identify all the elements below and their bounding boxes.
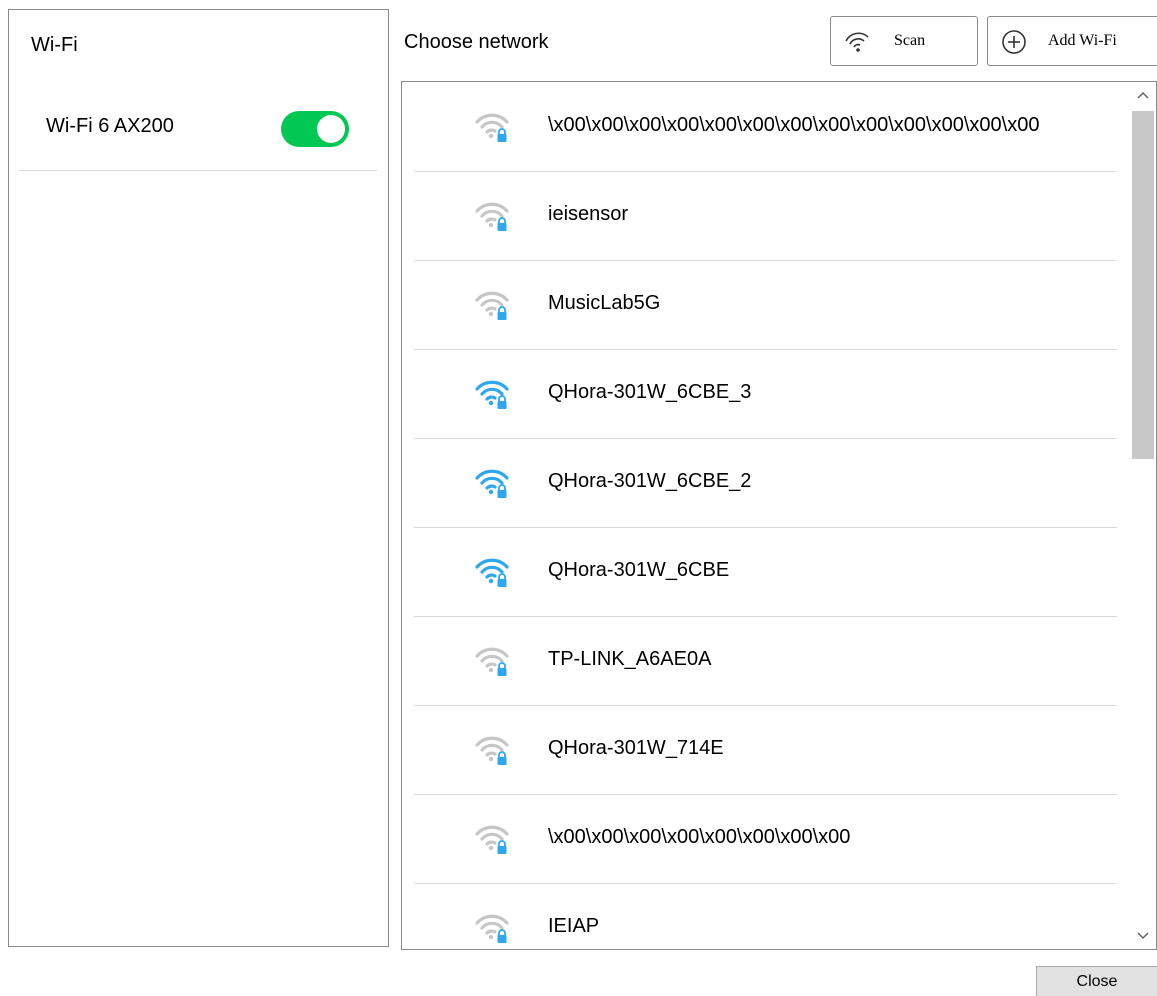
network-ssid: QHora-301W_6CBE [548,559,730,581]
network-row[interactable]: MusicLab5G [414,260,1117,350]
wifi-lock-icon [475,202,509,231]
scan-label: Scan [894,32,926,49]
network-ssid: TP-LINK_A6AE0A [548,648,712,670]
network-ssid: QHora-301W_6CBE_3 [548,381,752,403]
scroll-thumb[interactable] [1132,111,1154,459]
network-ssid: \x00\x00\x00\x00\x00\x00\x00\x00 [548,826,851,848]
adapter-row: Wi-Fi 6 AX200 [19,88,377,171]
adapter-name: Wi-Fi 6 AX200 [46,115,174,137]
add-wifi-label: Add Wi-Fi [1048,32,1117,49]
wifi-lock-icon [475,469,509,498]
wifi-lock-icon [475,825,509,854]
network-row[interactable]: IEIAP [414,883,1117,949]
close-button[interactable]: Close [1036,966,1157,996]
scan-button[interactable]: Scan [830,16,978,66]
chevron-up-icon [1137,92,1149,99]
wifi-lock-icon [475,291,509,320]
wifi-scan-icon [845,32,869,52]
network-row[interactable]: QHora-301W_6CBE_2 [414,438,1117,528]
network-row[interactable]: TP-LINK_A6AE0A [414,616,1117,706]
network-ssid: IEIAP [548,915,600,937]
wifi-lock-icon [475,736,509,765]
wifi-toggle[interactable] [281,111,349,147]
wifi-lock-icon [475,380,509,409]
network-row[interactable]: \x00\x00\x00\x00\x00\x00\x00\x00 [414,794,1117,884]
network-row[interactable]: \x00\x00\x00\x00\x00\x00\x00\x00\x00\x00… [414,82,1117,172]
panel-title: Wi-Fi [31,34,78,56]
network-row[interactable]: QHora-301W_6CBE [414,527,1117,617]
network-ssid: QHora-301W_6CBE_2 [548,470,752,492]
toggle-knob [317,115,345,143]
scroll-up-button[interactable] [1130,82,1156,108]
network-row[interactable]: ieisensor [414,171,1117,261]
network-row[interactable]: QHora-301W_6CBE_3 [414,349,1117,439]
chevron-down-icon [1137,932,1149,939]
add-circle-icon [1002,30,1026,54]
adapter-panel: Wi-Fi Wi-Fi 6 AX200 [8,9,389,947]
network-ssid: MusicLab5G [548,292,661,314]
wifi-lock-icon [475,914,509,943]
scrollbar[interactable] [1130,82,1156,949]
network-ssid: \x00\x00\x00\x00\x00\x00\x00\x00\x00\x00… [548,114,1040,136]
wifi-lock-icon [475,113,509,142]
wifi-lock-icon [475,558,509,587]
scroll-down-button[interactable] [1130,923,1156,949]
add-wifi-button[interactable]: Add Wi-Fi [987,16,1157,66]
network-list: \x00\x00\x00\x00\x00\x00\x00\x00\x00\x00… [401,81,1157,950]
wifi-lock-icon [475,647,509,676]
network-row[interactable]: QHora-301W_714E [414,705,1117,795]
network-ssid: QHora-301W_714E [548,737,724,759]
network-ssid: ieisensor [548,203,629,225]
choose-network-label: Choose network [404,31,549,53]
